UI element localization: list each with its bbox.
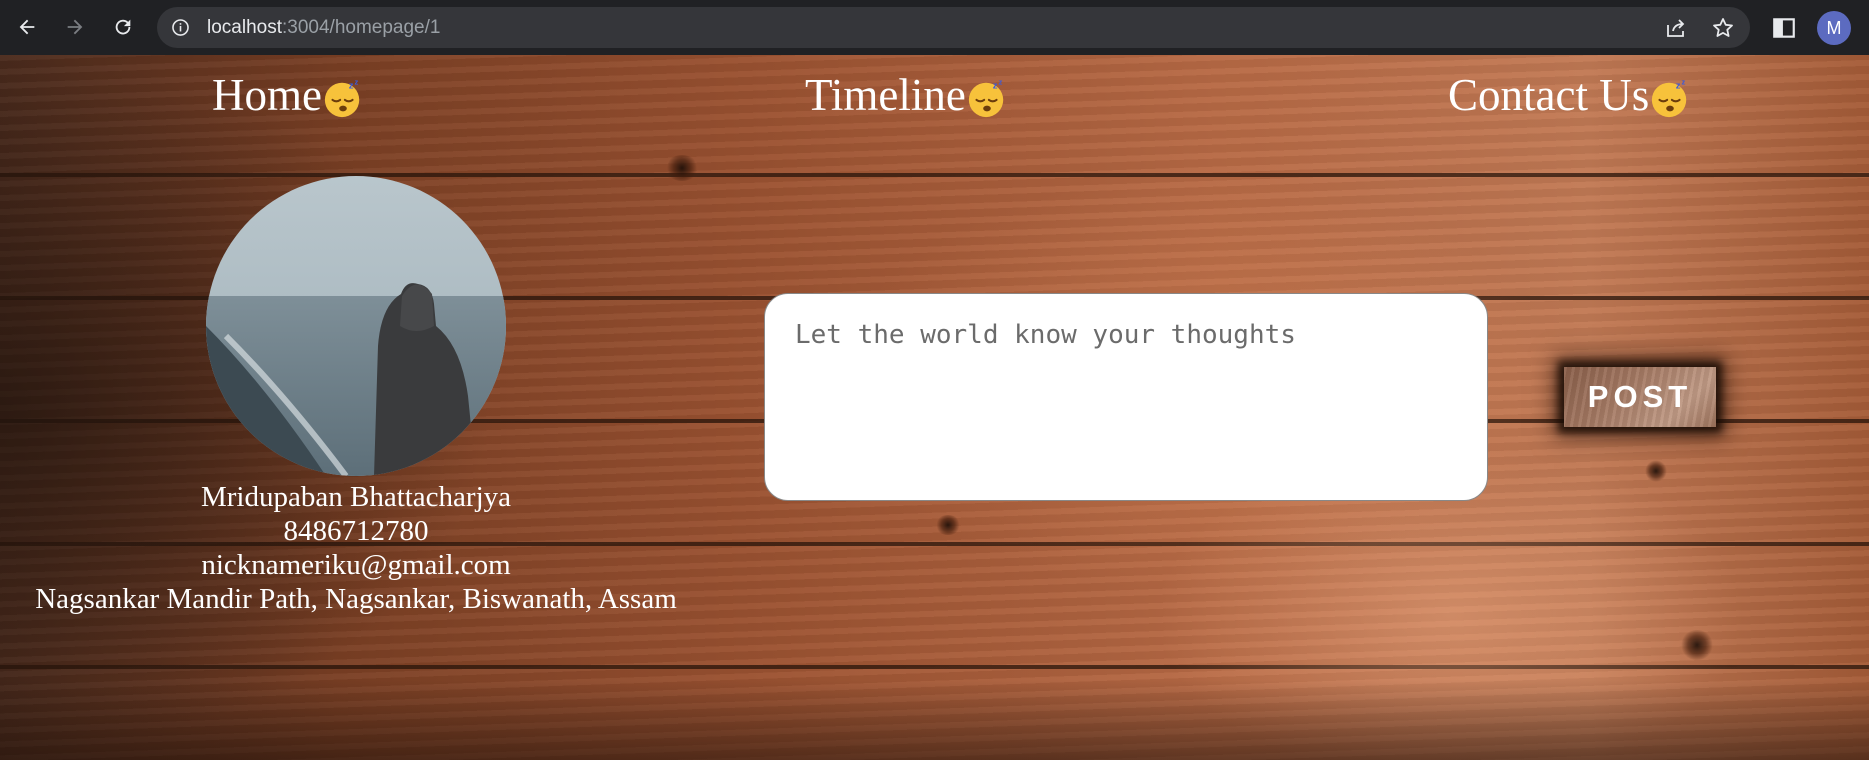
url-text: localhost:3004/homepage/1	[207, 7, 440, 48]
profile-info: Mridupaban Bhattacharjya 8486712780 nick…	[0, 480, 712, 616]
url-path: :3004/homepage/1	[282, 17, 441, 38]
profile-avatar-button[interactable]: M	[1817, 11, 1851, 45]
svg-text:z: z	[998, 78, 1002, 87]
sleeping-face-icon: z z	[1649, 74, 1691, 118]
url-host: localhost	[207, 17, 282, 38]
forward-arrow-icon	[67, 19, 83, 35]
forward-button[interactable]	[58, 10, 92, 44]
profile-picture	[206, 176, 506, 476]
nav-timeline-label: Timeline	[805, 70, 966, 120]
sleeping-face-icon: z z	[966, 74, 1008, 118]
nav-home[interactable]: Home z z	[212, 65, 364, 125]
reload-icon	[115, 19, 131, 35]
sleeping-face-icon: z z	[322, 74, 364, 118]
profile-phone: 8486712780	[283, 515, 429, 547]
svg-text:z: z	[993, 80, 998, 91]
profile-email: nicknameriku@gmail.com	[201, 549, 511, 581]
bottom-shade	[0, 680, 1869, 760]
wood-knot	[1645, 460, 1667, 482]
wood-knot	[1680, 630, 1714, 660]
svg-text:z: z	[349, 80, 354, 91]
wood-knot	[935, 515, 961, 535]
bookmark-star-icon[interactable]	[1711, 16, 1735, 40]
nav-home-label: Home	[212, 70, 322, 120]
profile-name: Mridupaban Bhattacharjya	[200, 481, 512, 513]
nav-contact-us-label: Contact Us	[1448, 70, 1650, 120]
page-viewport: Home z z Timeline z z Contact Us z z Mri…	[0, 55, 1869, 760]
svg-text:z: z	[354, 78, 358, 87]
svg-text:z: z	[1676, 80, 1681, 91]
nav-contact-us[interactable]: Contact Us z z	[1448, 65, 1691, 125]
post-button[interactable]: POST	[1564, 367, 1716, 427]
share-icon[interactable]	[1664, 16, 1688, 40]
site-info-icon[interactable]	[171, 18, 190, 37]
svg-text:z: z	[1682, 78, 1686, 87]
back-arrow-icon	[19, 19, 35, 35]
profile-address: Nagsankar Mandir Path, Nagsankar, Biswan…	[35, 583, 677, 615]
browser-chrome: localhost:3004/homepage/1 M	[0, 0, 1869, 55]
address-bar[interactable]: localhost:3004/homepage/1	[157, 7, 1750, 48]
reload-button[interactable]	[106, 10, 140, 44]
back-button[interactable]	[10, 10, 44, 44]
thoughts-input[interactable]	[764, 293, 1488, 501]
side-panel-icon[interactable]	[1771, 15, 1797, 41]
wood-knot	[665, 155, 699, 181]
nav-timeline[interactable]: Timeline z z	[805, 65, 1008, 125]
